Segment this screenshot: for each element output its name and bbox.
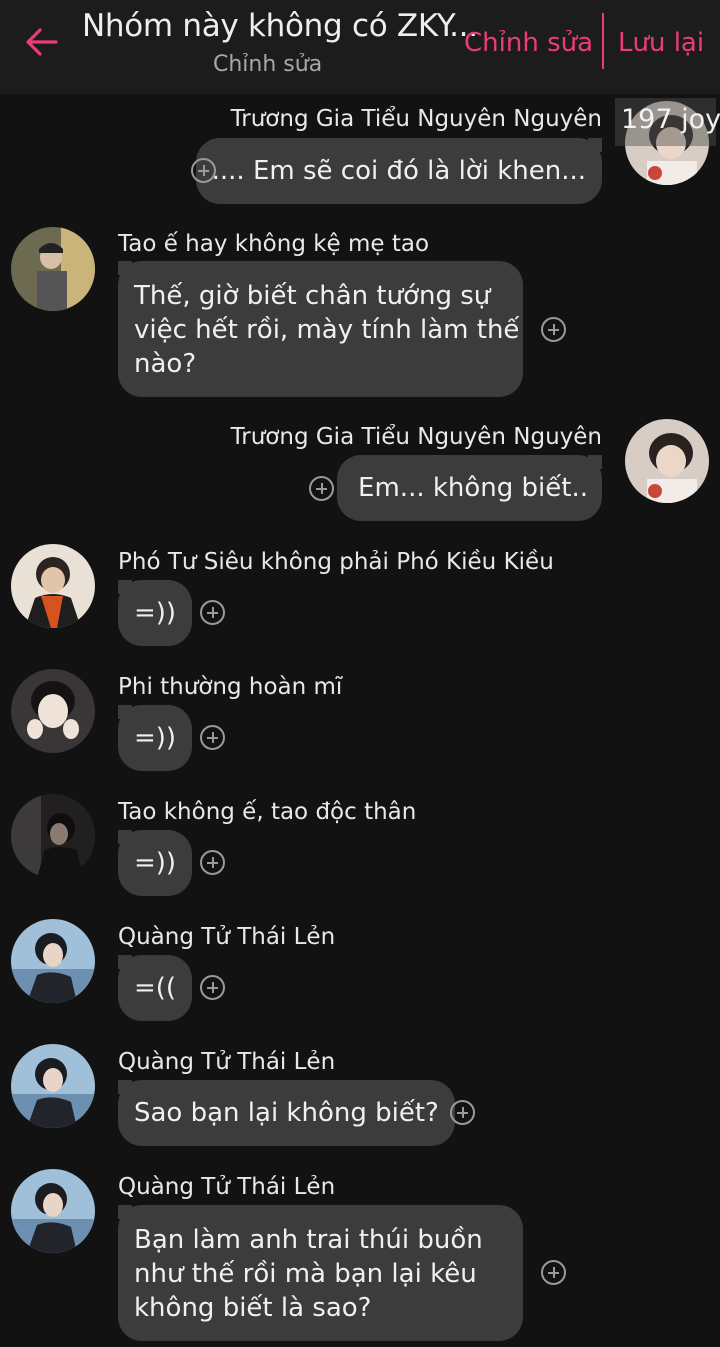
add-reaction-icon[interactable] [200,725,225,750]
message-bubble[interactable]: Bạn làm anh trai thúi buồn như thế rồi m… [118,1205,523,1341]
sender-name: Phó Tư Siêu không phải Phó Kiều Kiều [118,549,554,575]
message-line: Bạn làm anh trai thúi buồn [134,1225,483,1255]
sender-name: Trương Gia Tiểu Nguyên Nguyên [230,424,602,450]
add-reaction-icon[interactable] [541,317,566,342]
sender-name: Quàng Tử Thái Lẻn [118,1049,336,1075]
chat-subtitle: Chỉnh sửa [213,52,323,77]
avatar[interactable] [625,419,709,503]
message-line: như thế rồi mà bạn lại kêu [134,1259,477,1289]
avatar[interactable] [11,1044,95,1128]
add-reaction-icon[interactable] [309,476,334,501]
add-reaction-icon[interactable] [200,600,225,625]
sender-name: Trương Gia Tiểu Nguyên Nguyên [230,106,602,132]
avatar[interactable] [11,669,95,753]
add-reaction-icon[interactable] [450,1100,475,1125]
sender-name: Tao không ế, tao độc thân [118,799,417,825]
message-bubble[interactable]: .... Em sẽ coi đó là lời khen... [195,138,602,204]
message-line: việc hết rồi, mày tính làm thế [134,315,520,345]
edit-button[interactable]: Chỉnh sửa [464,28,593,58]
sender-name: Phi thường hoàn mĩ [118,674,343,700]
sender-name: Quàng Tử Thái Lẻn [118,924,336,950]
avatar[interactable] [11,919,95,1003]
overlay-badge: 197 joy [615,98,720,146]
arrow-left-icon [26,28,58,56]
sender-name: Tao ế hay không kệ mẹ tao [118,231,430,257]
message-bubble[interactable]: =(( [118,955,193,1021]
message-line: nào? [134,349,197,379]
back-button[interactable] [22,22,62,62]
message-bubble[interactable]: =)) [118,580,193,646]
message-bubble[interactable]: =)) [118,705,193,771]
chat-header: Nhóm này không có ZKY... Chỉnh sửa Chỉnh… [0,0,720,94]
avatar[interactable] [11,1169,95,1253]
add-reaction-icon[interactable] [541,1260,566,1285]
header-divider [602,13,604,69]
avatar[interactable] [11,227,95,311]
add-reaction-icon[interactable] [191,158,216,183]
message-line: Thế, giờ biết chân tướng sự [134,281,491,311]
message-bubble[interactable]: =)) [118,830,193,896]
message-bubble[interactable]: Thế, giờ biết chân tướng sự việc hết rồi… [118,261,523,397]
chat-title: Nhóm này không có ZKY... [82,8,478,44]
message-bubble[interactable]: Sao bạn lại không biết? [118,1080,455,1146]
save-button[interactable]: Lưu lại [618,28,704,58]
add-reaction-icon[interactable] [200,975,225,1000]
avatar[interactable] [11,794,95,878]
avatar[interactable] [11,544,95,628]
add-reaction-icon[interactable] [200,850,225,875]
message-line: không biết là sao? [134,1293,372,1323]
message-bubble[interactable]: Em... không biết.. [337,455,602,521]
sender-name: Quàng Tử Thái Lẻn [118,1174,336,1200]
